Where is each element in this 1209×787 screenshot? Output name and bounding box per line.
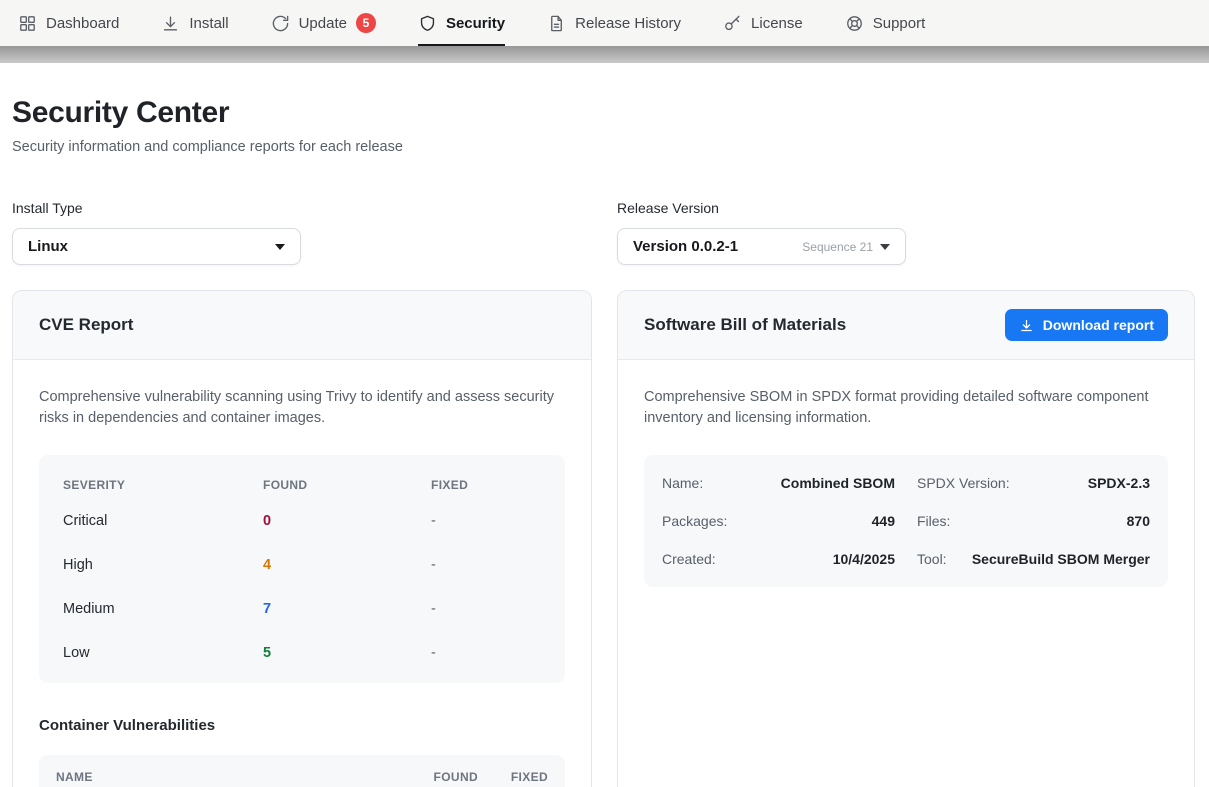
table-row: Medium 7 - — [63, 587, 541, 631]
update-count-badge: 5 — [356, 13, 376, 33]
found-count: 0 — [263, 513, 431, 529]
sbom-info-label: Packages: — [662, 513, 727, 529]
sbom-info-value: Combined SBOM — [781, 475, 895, 491]
severity-label: Critical — [63, 513, 263, 529]
sbom-info-item: Created: 10/4/2025 — [662, 540, 895, 578]
fixed-count: - — [431, 557, 541, 573]
sequence-label: Sequence 21 — [802, 240, 873, 254]
sbom-info-label: Name: — [662, 475, 703, 491]
sbom-info-item: Files: 870 — [917, 502, 1150, 540]
install-type-label: Install Type — [12, 200, 592, 216]
sbom-info-value: 870 — [1127, 513, 1150, 529]
container-table-header: NAME FOUND FIXED — [39, 755, 565, 787]
sbom-description: Comprehensive SBOM in SPDX format provid… — [644, 387, 1168, 429]
table-row: Low 5 - — [63, 631, 541, 675]
found-count: 5 — [263, 645, 431, 661]
sbom-info-value: SecureBuild SBOM Merger — [972, 551, 1150, 567]
cve-card-header: CVE Report — [13, 291, 591, 360]
col-found: FOUND — [386, 770, 478, 784]
release-version-label: Release Version — [617, 200, 1195, 216]
sbom-card-title: Software Bill of Materials — [644, 315, 846, 335]
table-row: High 4 - — [63, 543, 541, 587]
release-version-filter: Release Version Version 0.0.2-1 Sequence… — [617, 200, 1195, 265]
refresh-icon — [271, 14, 290, 33]
tab-security[interactable]: Security — [418, 0, 505, 46]
chevron-down-icon — [275, 244, 285, 250]
cve-description: Comprehensive vulnerability scanning usi… — [39, 387, 565, 429]
tab-dashboard[interactable]: Dashboard — [18, 0, 119, 46]
download-icon — [161, 14, 180, 33]
severity-label: Low — [63, 645, 263, 661]
document-icon — [547, 14, 566, 33]
sbom-info-value: 449 — [872, 513, 895, 529]
tab-install[interactable]: Install — [161, 0, 228, 46]
fixed-count: - — [431, 601, 541, 617]
security-center-page: Dashboard Install Update 5 Security Rele… — [0, 0, 1209, 787]
severity-label: High — [63, 557, 263, 573]
found-count: 4 — [263, 557, 431, 573]
tab-label: Install — [189, 15, 228, 32]
sbom-info-label: Created: — [662, 551, 716, 567]
page-title: Security Center — [12, 96, 1197, 130]
severity-table-header: SEVERITY FOUND FIXED — [63, 465, 541, 499]
found-count: 7 — [263, 601, 431, 617]
sbom-info-value: 10/4/2025 — [833, 551, 895, 567]
key-icon — [723, 14, 742, 33]
sbom-card: Software Bill of Materials Download repo… — [617, 290, 1195, 787]
lifebuoy-icon — [845, 14, 864, 33]
download-icon — [1019, 318, 1034, 333]
report-cards: CVE Report Comprehensive vulnerability s… — [12, 290, 1197, 787]
severity-label: Medium — [63, 601, 263, 617]
tab-release-history[interactable]: Release History — [547, 0, 681, 46]
sbom-info-item: Packages: 449 — [662, 502, 895, 540]
release-version-select[interactable]: Version 0.0.2-1 Sequence 21 — [617, 228, 906, 265]
filters-row: Install Type Linux Release Version Versi… — [12, 200, 1197, 265]
tab-label: License — [751, 15, 803, 32]
col-found: FOUND — [263, 478, 431, 492]
fixed-count: - — [431, 513, 541, 529]
page-subtitle: Security information and compliance repo… — [12, 139, 1197, 155]
tab-license[interactable]: License — [723, 0, 803, 46]
dashboard-icon — [18, 14, 37, 33]
install-type-select[interactable]: Linux — [12, 228, 301, 265]
sbom-info-value: SPDX-2.3 — [1088, 475, 1150, 491]
fixed-count: - — [431, 645, 541, 661]
tab-label: Update — [299, 15, 347, 32]
tab-label: Dashboard — [46, 15, 119, 32]
severity-table: SEVERITY FOUND FIXED Critical 0 - High 4 — [39, 455, 565, 683]
sbom-card-header: Software Bill of Materials Download repo… — [618, 291, 1194, 360]
sbom-info-item: Name: Combined SBOM — [662, 464, 895, 502]
tab-label: Release History — [575, 15, 681, 32]
tab-update[interactable]: Update 5 — [271, 0, 376, 46]
container-vulnerabilities-title: Container Vulnerabilities — [39, 717, 565, 734]
tab-label: Security — [446, 15, 505, 32]
sbom-info-label: Files: — [917, 513, 950, 529]
col-name: NAME — [56, 770, 386, 784]
col-fixed: FIXED — [431, 478, 541, 492]
sbom-info-label: SPDX Version: — [917, 475, 1010, 491]
download-report-button[interactable]: Download report — [1005, 309, 1168, 341]
sbom-info-item: Tool: SecureBuild SBOM Merger — [917, 540, 1150, 578]
sbom-info-panel: Name: Combined SBOM SPDX Version: SPDX-2… — [644, 455, 1168, 587]
col-severity: SEVERITY — [63, 478, 263, 492]
shield-icon — [418, 14, 437, 33]
tab-label: Support — [873, 15, 926, 32]
cve-report-card: CVE Report Comprehensive vulnerability s… — [12, 290, 592, 787]
top-nav: Dashboard Install Update 5 Security Rele… — [0, 0, 1209, 46]
chevron-down-icon — [880, 244, 890, 250]
sbom-info-item: SPDX Version: SPDX-2.3 — [917, 464, 1150, 502]
sbom-info-label: Tool: — [917, 551, 947, 567]
install-type-filter: Install Type Linux — [12, 200, 592, 265]
cve-card-title: CVE Report — [39, 315, 133, 335]
scroll-shadow-band — [0, 46, 1209, 63]
release-version-value: Version 0.0.2-1 — [633, 238, 738, 255]
download-report-label: Download report — [1043, 317, 1154, 333]
tab-support[interactable]: Support — [845, 0, 926, 46]
install-type-value: Linux — [28, 238, 68, 255]
table-row: Critical 0 - — [63, 499, 541, 543]
col-fixed: FIXED — [478, 770, 548, 784]
